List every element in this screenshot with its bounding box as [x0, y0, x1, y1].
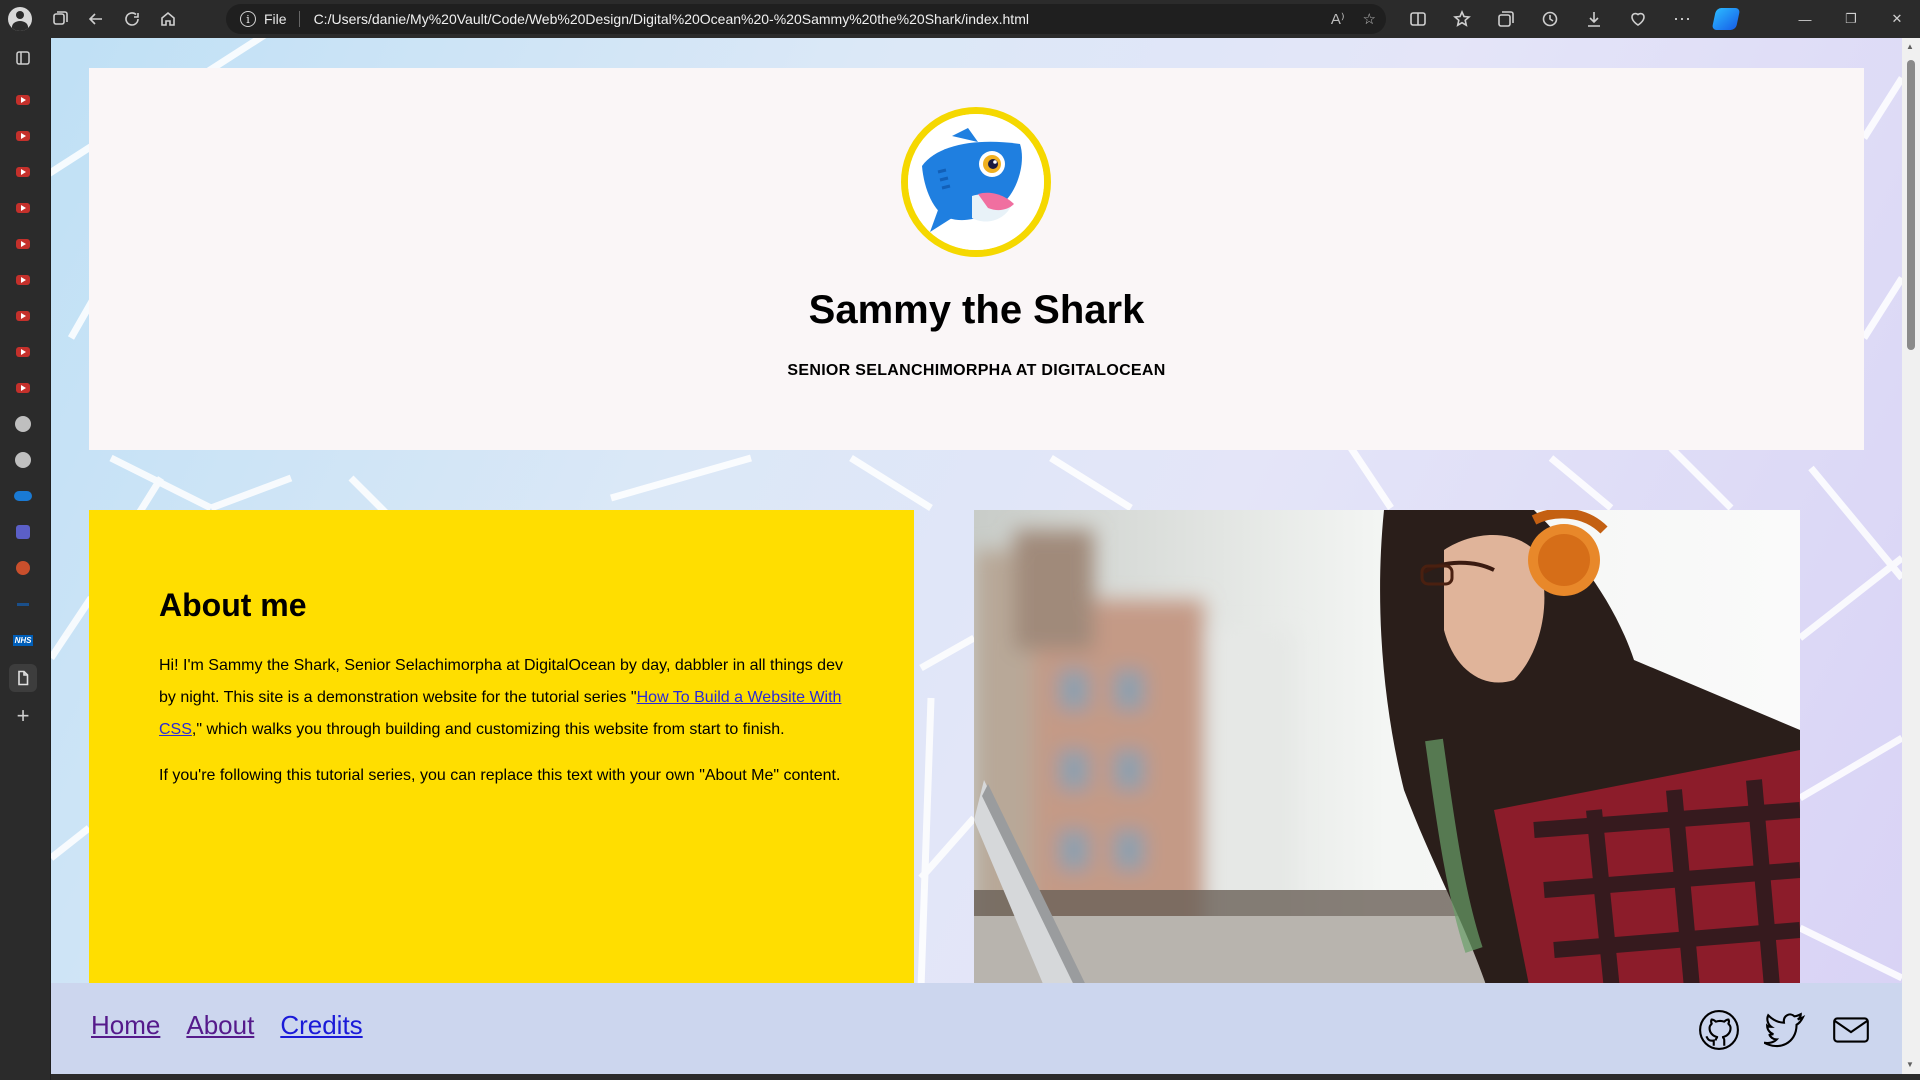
- about-heading: About me: [159, 587, 307, 623]
- teams-tab-icon[interactable]: [13, 522, 33, 542]
- copilot-icon[interactable]: [1711, 8, 1741, 30]
- social-links: [1698, 1009, 1872, 1051]
- about-paragraph: If you're following this tutorial series…: [159, 767, 841, 784]
- scrollbar-thumb[interactable]: [1907, 60, 1915, 350]
- downloads-icon[interactable]: [1572, 0, 1616, 38]
- vertical-tabs-sidebar: NHS +: [0, 38, 50, 1080]
- youtube-tab-icon[interactable]: [13, 342, 33, 362]
- page-subtitle: SENIOR SELANCHIMORPHA AT DIGITALOCEAN: [787, 362, 1166, 379]
- nav-link-credits[interactable]: Credits: [280, 1010, 362, 1041]
- nhs-tab-icon[interactable]: NHS: [12, 630, 34, 650]
- footer-nav-bar: Home About Credits: [51, 983, 1902, 1074]
- youtube-tab-icon[interactable]: [13, 306, 33, 326]
- powerpoint-tab-icon[interactable]: [13, 558, 33, 578]
- profile-header: Sammy the Shark SENIOR SELANCHIMORPHA AT…: [89, 68, 1864, 450]
- nav-link-about[interactable]: About: [186, 1010, 254, 1041]
- onedrive-tab-icon[interactable]: [13, 486, 33, 506]
- about-text: ," which walks you through building and …: [191, 721, 785, 738]
- close-window-icon[interactable]: ✕: [1874, 0, 1920, 38]
- home-icon[interactable]: [150, 0, 186, 38]
- history-icon[interactable]: [1528, 0, 1572, 38]
- profile-icon[interactable]: [8, 7, 32, 31]
- browser-essentials-icon[interactable]: [1616, 0, 1660, 38]
- email-icon[interactable]: [1830, 1009, 1872, 1051]
- youtube-tab-icon[interactable]: [13, 162, 33, 182]
- split-screen-icon[interactable]: [1396, 0, 1440, 38]
- favorites-icon[interactable]: [1440, 0, 1484, 38]
- youtube-tab-icon[interactable]: [13, 198, 33, 218]
- youtube-tab-icon[interactable]: [13, 234, 33, 254]
- page-viewport: Sammy the Shark SENIOR SELANCHIMORPHA AT…: [51, 38, 1902, 1074]
- local-file-tab-icon[interactable]: [9, 664, 37, 692]
- site-info-icon[interactable]: i: [240, 11, 256, 27]
- address-bar[interactable]: i File C:/Users/danie/My%20Vault/Code/We…: [226, 4, 1386, 34]
- page-title: Sammy the Shark: [808, 288, 1145, 332]
- github-tab-icon[interactable]: [13, 450, 33, 470]
- about-paragraph: Hi! I'm Sammy the Shark, Senior Selachim…: [159, 650, 844, 746]
- youtube-tab-icon[interactable]: [13, 378, 33, 398]
- restore-icon[interactable]: ❐: [1828, 0, 1874, 38]
- nav-link-home[interactable]: Home: [91, 1010, 160, 1041]
- youtube-tab-icon[interactable]: [13, 270, 33, 290]
- footer-nav: Home About Credits: [91, 1010, 363, 1041]
- new-tab-icon[interactable]: +: [13, 703, 33, 728]
- url-text[interactable]: C:/Users/danie/My%20Vault/Code/Web%20Des…: [314, 11, 1029, 27]
- scroll-up-icon[interactable]: ▲: [1906, 42, 1914, 51]
- github-tab-icon[interactable]: [13, 414, 33, 434]
- window-bottom-edge: [51, 1074, 1920, 1080]
- tab-icon[interactable]: [13, 594, 33, 614]
- workspaces-icon[interactable]: [42, 0, 78, 38]
- more-menu-icon[interactable]: ⋯: [1660, 0, 1704, 38]
- youtube-tab-icon[interactable]: [13, 90, 33, 110]
- woman-with-laptop-photo: [974, 510, 1800, 1010]
- collections-icon[interactable]: [1484, 0, 1528, 38]
- tab-actions-icon[interactable]: [13, 48, 33, 68]
- about-section: About me Hi! I'm Sammy the Shark, Senior…: [89, 510, 914, 1010]
- read-aloud-icon[interactable]: A⁾: [1331, 10, 1345, 28]
- browser-toolbar: i File C:/Users/danie/My%20Vault/Code/We…: [0, 0, 1920, 38]
- scheme-label: File: [264, 11, 300, 27]
- refresh-icon[interactable]: [114, 0, 150, 38]
- twitter-icon[interactable]: [1764, 1009, 1806, 1051]
- scroll-down-icon[interactable]: ▼: [1906, 1060, 1914, 1069]
- back-icon[interactable]: [78, 0, 114, 38]
- sammy-shark-logo: [901, 107, 1051, 257]
- minimize-icon[interactable]: —: [1782, 0, 1828, 38]
- page-scrollbar[interactable]: ▲ ▼: [1902, 38, 1920, 1074]
- youtube-tab-icon[interactable]: [13, 126, 33, 146]
- github-icon[interactable]: [1698, 1009, 1740, 1051]
- favorite-star-icon[interactable]: ☆: [1363, 10, 1376, 28]
